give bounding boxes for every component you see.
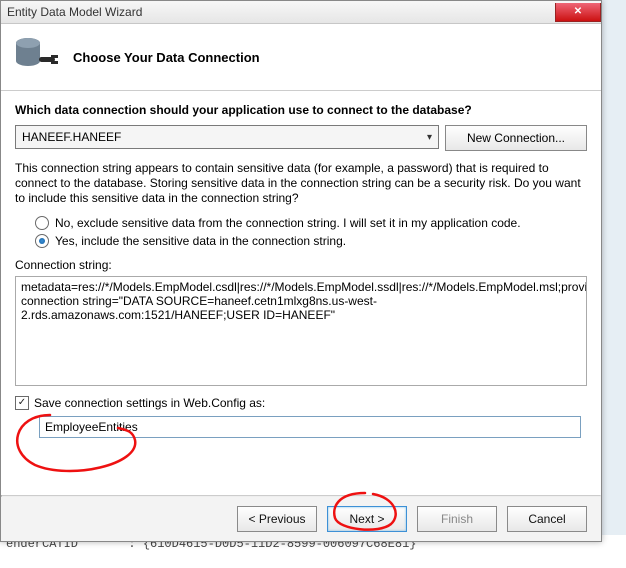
finish-label: Finish xyxy=(441,512,473,526)
radio-no-label: No, exclude sensitive data from the conn… xyxy=(55,216,521,230)
save-settings-input[interactable] xyxy=(39,416,581,438)
next-button[interactable]: Next > xyxy=(327,506,407,532)
wizard-body: Which data connection should your applic… xyxy=(1,91,601,495)
finish-button: Finish xyxy=(417,506,497,532)
warning-text: This connection string appears to contai… xyxy=(15,161,587,206)
radio-yes[interactable] xyxy=(35,234,49,248)
question-label: Which data connection should your applic… xyxy=(15,103,587,117)
header-title: Choose Your Data Connection xyxy=(73,50,260,65)
titlebar: Entity Data Model Wizard ✕ xyxy=(1,1,601,24)
window-title: Entity Data Model Wizard xyxy=(7,5,142,19)
close-icon: ✕ xyxy=(574,6,582,17)
save-settings-label: Save connection settings in Web.Config a… xyxy=(34,396,265,410)
close-button[interactable]: ✕ xyxy=(555,3,601,22)
footer: < Previous Next > Finish Cancel xyxy=(1,497,601,541)
connection-string-label: Connection string: xyxy=(15,258,587,272)
connection-dropdown[interactable]: HANEEF.HANEEF ▾ xyxy=(15,125,439,149)
previous-button[interactable]: < Previous xyxy=(237,506,317,532)
header-panel: Choose Your Data Connection xyxy=(1,24,601,91)
wizard-window: Entity Data Model Wizard ✕ Choose Your D… xyxy=(0,0,602,542)
radio-no[interactable] xyxy=(35,216,49,230)
radio-yes-row[interactable]: Yes, include the sensitive data in the c… xyxy=(35,234,587,248)
cancel-label: Cancel xyxy=(528,512,565,526)
next-label: Next > xyxy=(349,512,384,526)
new-connection-button[interactable]: New Connection... xyxy=(445,125,587,151)
cancel-button[interactable]: Cancel xyxy=(507,506,587,532)
previous-label: < Previous xyxy=(248,512,305,526)
connection-value: HANEEF.HANEEF xyxy=(22,130,121,144)
new-connection-label: New Connection... xyxy=(467,131,565,145)
background-side-strip xyxy=(599,0,626,568)
connection-string-box[interactable]: metadata=res://*/Models.EmpModel.csdl|re… xyxy=(15,276,587,386)
radio-yes-label: Yes, include the sensitive data in the c… xyxy=(55,234,346,248)
chevron-down-icon: ▾ xyxy=(427,132,432,143)
database-icon xyxy=(13,33,61,81)
save-settings-checkbox[interactable]: ✓ xyxy=(15,396,29,410)
radio-no-row[interactable]: No, exclude sensitive data from the conn… xyxy=(35,216,587,230)
